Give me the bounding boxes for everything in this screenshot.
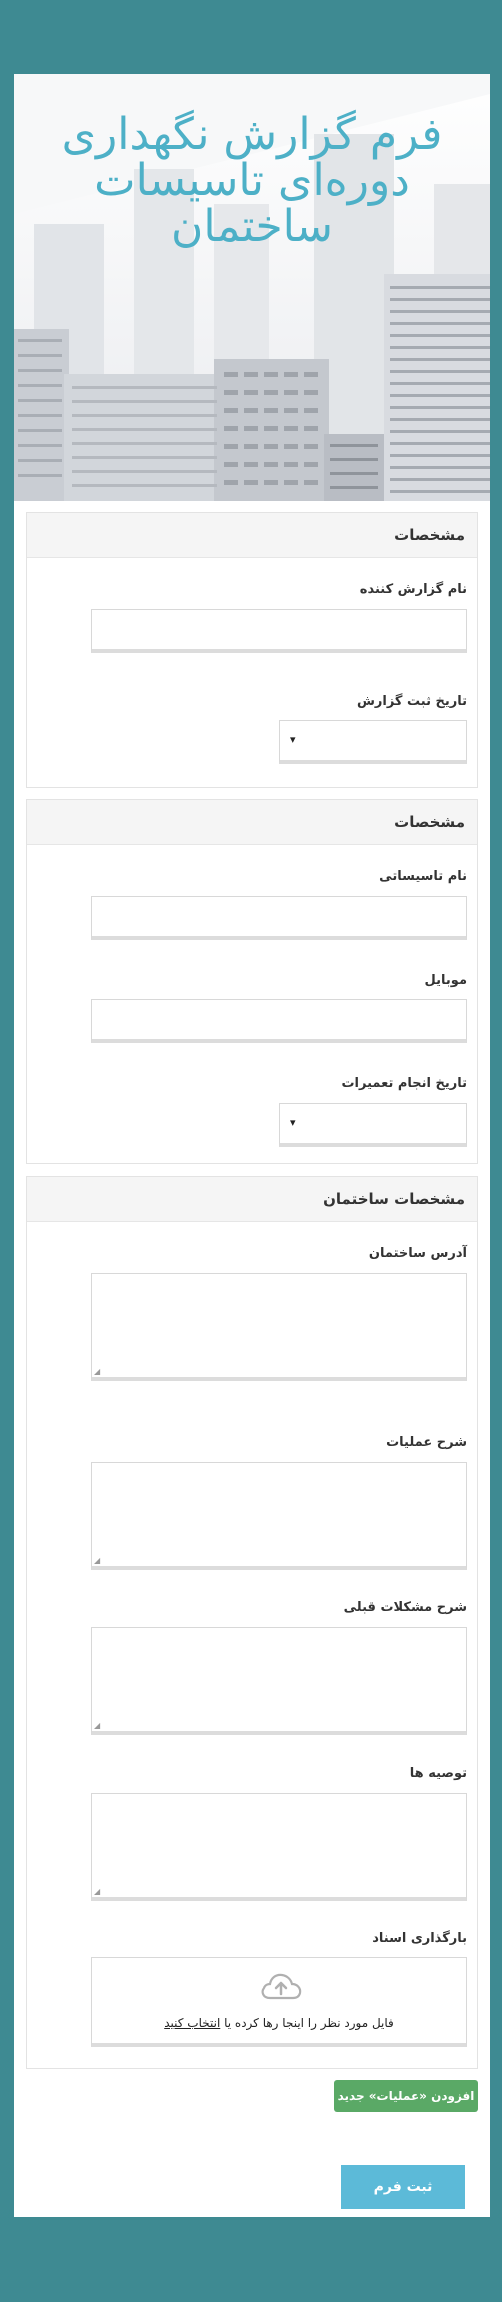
facility-name-input[interactable] xyxy=(91,896,467,940)
document-upload-label: بارگذاری اسناد xyxy=(372,1931,467,1946)
resize-grip-icon[interactable]: ◢ xyxy=(94,1556,100,1565)
section-reporter-details: مشخصات نام گزارش کننده تاریخ ثبت گزارش ▾ xyxy=(26,512,478,788)
form-title: فرم گزارش نگهداری دوره‌ای تاسیسات ساختما… xyxy=(61,109,443,252)
upload-hint-text: فایل مورد نظر را اینجا رها کرده یا xyxy=(224,2016,394,2030)
report-date-picker[interactable]: ▾ xyxy=(279,720,467,764)
form-header: فرم گزارش نگهداری دوره‌ای تاسیسات ساختما… xyxy=(14,74,490,501)
report-date-label: تاریخ ثبت گزارش xyxy=(356,694,467,709)
reporter-name-input[interactable] xyxy=(91,609,467,653)
building-address-label: آدرس ساختمان xyxy=(368,1246,467,1261)
building-address-textarea[interactable]: ◢ xyxy=(91,1273,467,1381)
section-heading: مشخصات ساختمان xyxy=(27,1177,477,1222)
facility-name-label: نام تاسیساتی xyxy=(379,869,467,884)
prior-issues-label: شرح مشکلات قبلی xyxy=(343,1600,467,1615)
cloud-upload-icon xyxy=(261,1973,302,2000)
operations-label: شرح عملیات xyxy=(386,1435,467,1450)
recommendations-label: توصیه ها xyxy=(409,1766,467,1781)
dropdown-arrow-icon: ▾ xyxy=(290,733,296,746)
file-upload-dropzone[interactable]: فایل مورد نظر را اینجا رها کرده یا انتخا… xyxy=(91,1957,467,2047)
add-operation-button[interactable]: افزودن «عملیات» جدید xyxy=(334,2080,478,2112)
section-heading: مشخصات xyxy=(27,513,477,558)
mobile-label: موبایل xyxy=(424,973,467,988)
section-facility-details: مشخصات نام تاسیساتی موبایل تاریخ انجام ت… xyxy=(26,799,478,1164)
repair-date-label: تاریخ انجام تعمیرات xyxy=(341,1076,467,1091)
recommendations-textarea[interactable]: ◢ xyxy=(91,1793,467,1901)
resize-grip-icon[interactable]: ◢ xyxy=(94,1887,100,1896)
repair-date-picker[interactable]: ▾ xyxy=(279,1103,467,1147)
prior-issues-textarea[interactable]: ◢ xyxy=(91,1627,467,1735)
mobile-input[interactable] xyxy=(91,999,467,1043)
section-heading: مشخصات xyxy=(27,800,477,845)
section-building-details: مشخصات ساختمان آدرس ساختمان ◢ شرح عملیات… xyxy=(26,1176,478,2069)
resize-grip-icon[interactable]: ◢ xyxy=(94,1721,100,1730)
submit-form-button[interactable]: ثبت فرم xyxy=(341,2165,465,2209)
operations-textarea[interactable]: ◢ xyxy=(91,1462,467,1570)
form-card: فرم گزارش نگهداری دوره‌ای تاسیسات ساختما… xyxy=(14,74,490,2217)
reporter-name-label: نام گزارش کننده xyxy=(359,582,467,597)
upload-choose-link[interactable]: انتخاب کنید xyxy=(164,2016,220,2030)
resize-grip-icon[interactable]: ◢ xyxy=(94,1367,100,1376)
dropdown-arrow-icon: ▾ xyxy=(290,1116,296,1129)
upload-instructions: فایل مورد نظر را اینجا رها کرده یا انتخا… xyxy=(92,2016,466,2030)
